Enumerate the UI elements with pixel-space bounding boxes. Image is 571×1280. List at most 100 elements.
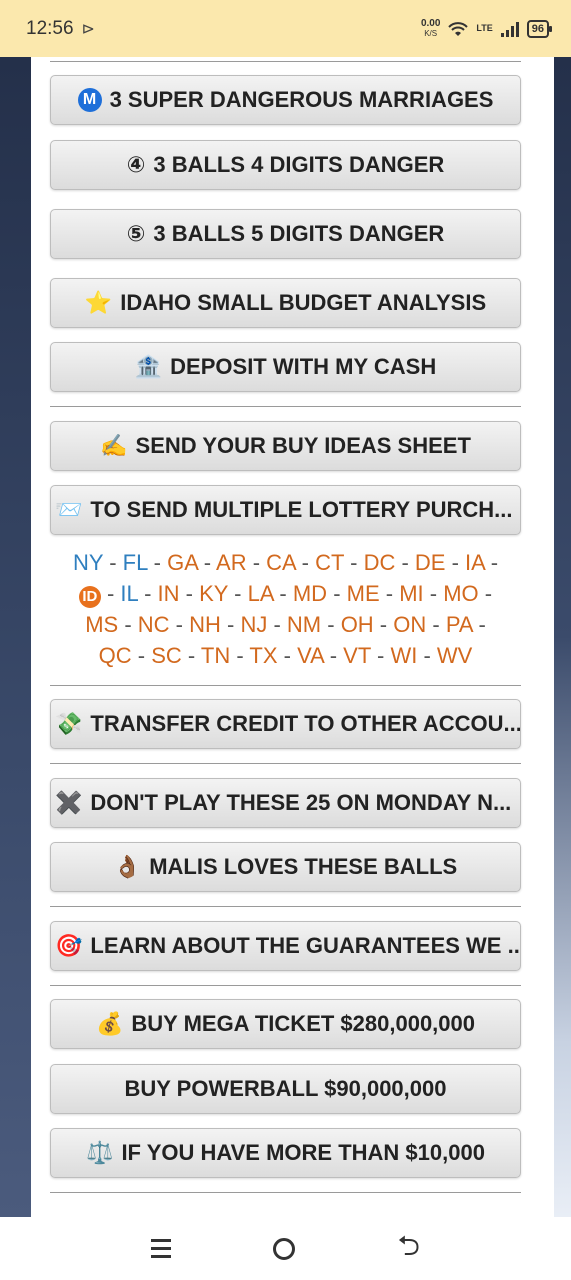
- divider: [50, 61, 521, 62]
- state-link-mi[interactable]: MI: [399, 581, 423, 606]
- status-time: 12:56: [26, 17, 74, 39]
- state-link-vt[interactable]: VT: [343, 643, 371, 668]
- state-separator: -: [118, 612, 138, 637]
- state-link-va[interactable]: VA: [297, 643, 324, 668]
- send-multiple-lottery-button[interactable]: 📨 TO SEND MULTIPLE LOTTERY PURCH...: [50, 485, 521, 535]
- state-link-tx[interactable]: TX: [249, 643, 277, 668]
- metro-icon: M: [77, 88, 102, 112]
- battery-level: 96: [531, 22, 544, 35]
- status-bar: 12:56 ⊳ 0.00 K/S LTE 96: [0, 0, 571, 57]
- state-link-nc[interactable]: NC: [138, 612, 170, 637]
- button-label: BUY MEGA TICKET $280,000,000: [131, 1011, 475, 1036]
- buy-powerball-button[interactable]: BUY POWERBALL $90,000,000: [50, 1064, 521, 1114]
- button-label: BUY POWERBALL $90,000,000: [124, 1076, 447, 1101]
- recent-apps-icon[interactable]: [151, 1239, 172, 1258]
- state-link-fl[interactable]: FL: [123, 550, 148, 575]
- button-label: SEND YOUR BUY IDEAS SHEET: [135, 433, 471, 458]
- button-label: 3 SUPER DANGEROUS MARRIAGES: [109, 87, 494, 112]
- button-label: 3 BALLS 4 DIGITS DANGER: [153, 152, 445, 177]
- money-bag-icon: 💰: [96, 1011, 124, 1036]
- send-buy-ideas-button[interactable]: ✍️ SEND YOUR BUY IDEAS SHEET: [50, 421, 521, 471]
- state-link-ga[interactable]: GA: [167, 550, 198, 575]
- state-separator: -: [478, 581, 493, 606]
- home-icon[interactable]: [273, 1237, 296, 1260]
- button-label: DON'T PLAY THESE 25 ON MONDAY N...: [90, 790, 512, 815]
- writing-hand-icon: ✍️: [100, 433, 128, 458]
- state-separator: -: [344, 550, 364, 575]
- state-link-sc[interactable]: SC: [151, 643, 182, 668]
- battery-icon: 96: [526, 19, 553, 38]
- state-link-ia[interactable]: IA: [465, 550, 485, 575]
- notification-icon: ⊳: [81, 20, 95, 38]
- state-link-on[interactable]: ON: [393, 612, 426, 637]
- state-separator: -: [445, 550, 466, 575]
- state-row: QC - SC - TN - TX - VA - VT - WI - WV: [50, 640, 521, 671]
- transfer-credit-button[interactable]: 💸 TRANSFER CREDIT TO OTHER ACCOU...: [50, 699, 521, 749]
- state-separator: -: [103, 550, 123, 575]
- super-dangerous-marriages-button[interactable]: M 3 SUPER DANGEROUS MARRIAGES: [50, 75, 521, 125]
- idaho-budget-analysis-button[interactable]: ⭐ IDAHO SMALL BUDGET ANALYSIS: [50, 278, 521, 328]
- circled-five-icon: ⑤: [126, 221, 146, 246]
- state-link-wi[interactable]: WI: [390, 643, 417, 668]
- more-than-10000-button[interactable]: ⚖️ IF YOU HAVE MORE THAN $10,000: [50, 1128, 521, 1178]
- state-link-nh[interactable]: NH: [189, 612, 221, 637]
- target-icon: 🎯: [55, 933, 83, 958]
- malis-loves-balls-button[interactable]: 👌🏾 MALIS LOVES THESE BALLS: [50, 842, 521, 892]
- state-row: NY - FL - GA - AR - CA - CT - DC - DE - …: [50, 547, 521, 578]
- state-separator: -: [267, 612, 287, 637]
- lte-indicator: LTE: [476, 23, 493, 33]
- state-separator: -: [426, 612, 446, 637]
- state-link-ms[interactable]: MS: [85, 612, 118, 637]
- main-content[interactable]: M 3 SUPER DANGEROUS MARRIAGES ④ 3 BALLS …: [31, 57, 554, 1217]
- state-link-oh[interactable]: OH: [341, 612, 374, 637]
- state-separator: -: [197, 550, 217, 575]
- state-link-qc[interactable]: QC: [99, 643, 132, 668]
- envelope-icon: 📨: [55, 497, 83, 522]
- state-separator: -: [230, 643, 250, 668]
- state-separator: -: [484, 550, 499, 575]
- state-link-ar[interactable]: AR: [216, 550, 247, 575]
- state-link-ny[interactable]: NY: [73, 550, 103, 575]
- state-separator: -: [277, 643, 298, 668]
- state-separator: -: [228, 581, 248, 606]
- state-link-id[interactable]: ID: [78, 586, 101, 608]
- state-link-tn[interactable]: TN: [201, 643, 230, 668]
- state-separator: -: [273, 581, 293, 606]
- state-link-in[interactable]: IN: [158, 581, 180, 606]
- state-separator: -: [220, 612, 241, 637]
- state-link-nj[interactable]: NJ: [240, 612, 267, 637]
- state-row: ID - IL - IN - KY - LA - MD - ME - MI - …: [50, 578, 521, 609]
- state-separator: -: [472, 612, 486, 637]
- system-nav-bar: ⮌: [0, 1217, 571, 1280]
- state-link-ct[interactable]: CT: [315, 550, 344, 575]
- back-icon[interactable]: ⮌: [397, 1225, 419, 1273]
- state-link-mo[interactable]: MO: [443, 581, 478, 606]
- learn-guarantees-button[interactable]: 🎯 LEARN ABOUT THE GUARANTEES WE ...: [50, 921, 521, 971]
- state-link-dc[interactable]: DC: [364, 550, 396, 575]
- deposit-cash-button[interactable]: 🏦 DEPOSIT WITH MY CASH: [50, 342, 521, 392]
- state-link-nm[interactable]: NM: [287, 612, 321, 637]
- state-link-ky[interactable]: KY: [199, 581, 228, 606]
- state-link-de[interactable]: DE: [415, 550, 446, 575]
- state-separator: -: [327, 581, 347, 606]
- balls-5-digits-button[interactable]: ⑤ 3 BALLS 5 DIGITS DANGER: [50, 209, 521, 259]
- divider: [50, 763, 521, 764]
- button-label: TRANSFER CREDIT TO OTHER ACCOU...: [90, 711, 521, 736]
- buy-mega-ticket-button[interactable]: 💰 BUY MEGA TICKET $280,000,000: [50, 999, 521, 1049]
- button-label: LEARN ABOUT THE GUARANTEES WE ...: [90, 933, 521, 958]
- state-link-wv[interactable]: WV: [437, 643, 472, 668]
- divider: [50, 1192, 521, 1193]
- state-link-md[interactable]: MD: [293, 581, 327, 606]
- button-label: DEPOSIT WITH MY CASH: [170, 354, 437, 379]
- state-separator: -: [373, 612, 394, 637]
- state-link-pa[interactable]: PA: [446, 612, 473, 637]
- divider: [50, 985, 521, 986]
- balls-4-digits-button[interactable]: ④ 3 BALLS 4 DIGITS DANGER: [50, 140, 521, 190]
- state-link-ca[interactable]: CA: [266, 550, 295, 575]
- state-separator: -: [321, 612, 341, 637]
- bank-icon: 🏦: [134, 354, 163, 379]
- state-link-la[interactable]: LA: [248, 581, 274, 606]
- dont-play-monday-button[interactable]: ✖️ DON'T PLAY THESE 25 ON MONDAY N...: [50, 778, 521, 828]
- state-link-me[interactable]: ME: [347, 581, 380, 606]
- state-link-il[interactable]: IL: [120, 581, 138, 606]
